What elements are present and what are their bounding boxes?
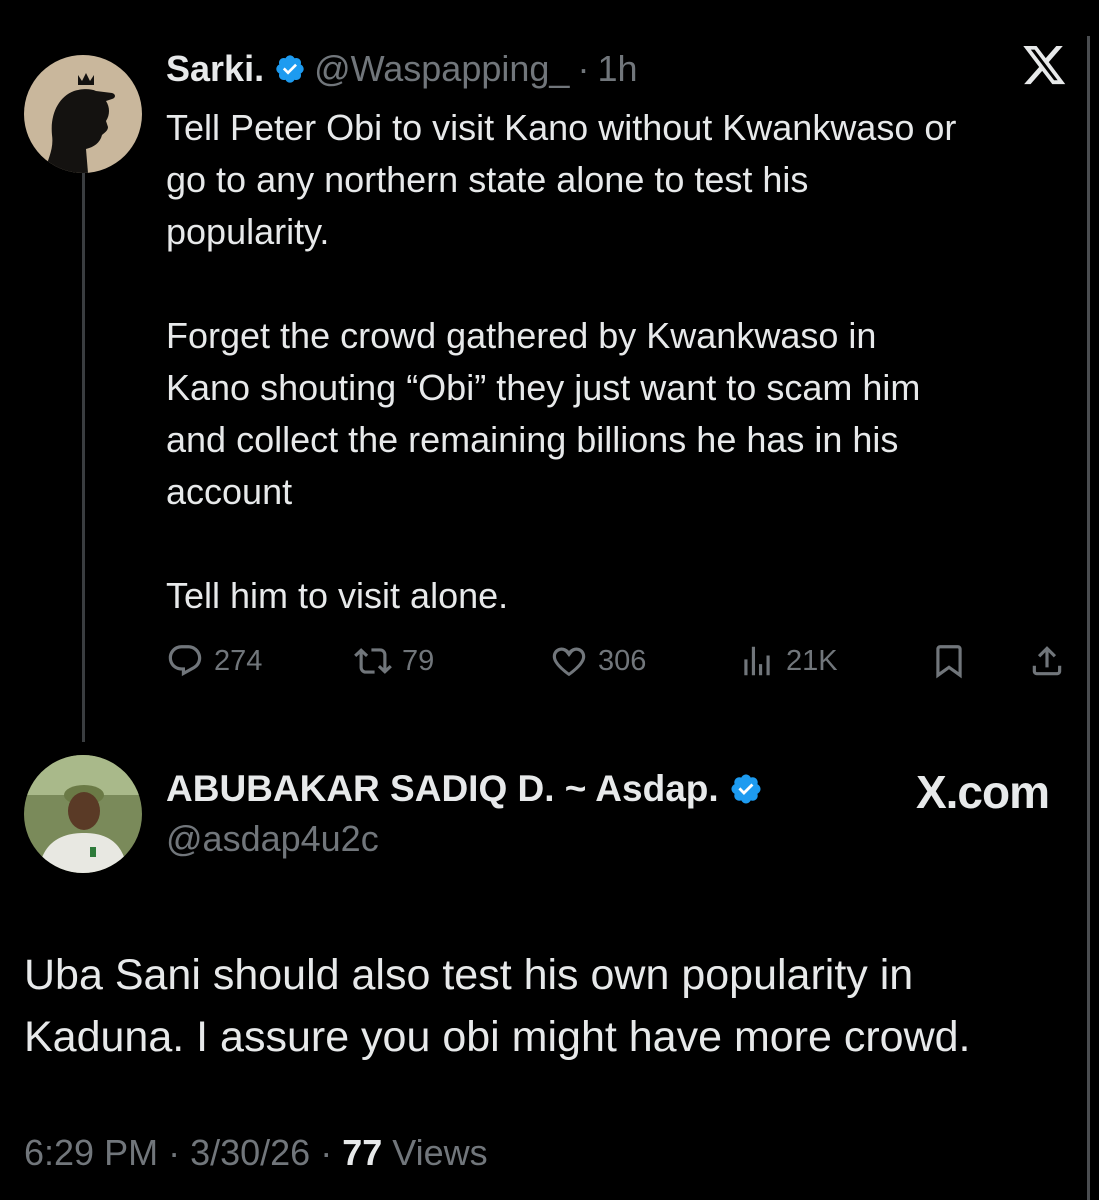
original-tweet-text: Tell Peter Obi to visit Kano without Kwa… — [166, 102, 1096, 622]
repost-count: 79 — [402, 644, 435, 677]
repost-icon — [354, 648, 392, 674]
tweet-paragraph-3: Tell him to visit alone. — [166, 575, 509, 616]
reply-author-name[interactable]: ABUBAKAR SADIQ D. ~ Asdap. — [166, 768, 719, 810]
footer-time[interactable]: 6:29 PM — [24, 1132, 158, 1173]
author-handle[interactable]: @Waspapping_ — [314, 48, 569, 90]
footer-views-label: Views — [392, 1132, 488, 1173]
footer-date[interactable]: 3/30/26 — [190, 1132, 310, 1173]
footer-views-count: 77 — [342, 1132, 383, 1173]
repost-button[interactable]: 79 — [354, 642, 434, 680]
views-count: 21K — [786, 644, 838, 677]
like-icon — [552, 647, 586, 677]
share-button[interactable] — [1028, 642, 1076, 680]
views-icon — [744, 646, 770, 676]
original-tweet-header: Sarki. @Waspapping_ · 1h — [166, 48, 637, 90]
x-com-watermark: X.com — [915, 766, 1050, 818]
reply-tweet-header: ABUBAKAR SADIQ D. ~ Asdap. @asdap4u2c — [166, 768, 771, 860]
thread-connector-line — [82, 170, 85, 742]
tweet-actions-bar: 274 79 306 21K — [166, 642, 1071, 692]
verified-badge-icon — [729, 772, 763, 806]
tweet-time[interactable]: 1h — [597, 48, 637, 90]
like-count: 306 — [598, 644, 647, 677]
tweet-paragraph-1: Tell Peter Obi to visit Kano without Kwa… — [166, 107, 957, 252]
reply-button[interactable]: 274 — [166, 642, 262, 680]
footer-separator: · — [158, 1132, 191, 1173]
footer-separator: · — [310, 1132, 343, 1173]
x-logo-icon — [1023, 46, 1067, 96]
avatar-asdap[interactable] — [24, 755, 142, 873]
tweet-paragraph-2: Forget the crowd gathered by Kwankwaso i… — [166, 315, 921, 512]
reply-author-handle[interactable]: @asdap4u2c — [166, 818, 771, 860]
reply-tweet-footer: 6:29 PM · 3/30/26 · 77 Views — [24, 1132, 488, 1174]
meta-separator: · — [577, 48, 590, 89]
reply-count: 274 — [214, 644, 263, 677]
like-button[interactable]: 306 — [550, 642, 646, 680]
author-name[interactable]: Sarki. — [166, 48, 264, 90]
bookmark-icon — [936, 645, 962, 679]
verified-badge-icon — [274, 53, 306, 85]
avatar-sarki[interactable] — [24, 55, 142, 173]
share-icon — [1032, 646, 1062, 676]
reply-tweet-text: Uba Sani should also test his own popula… — [24, 951, 971, 1061]
views-button[interactable]: 21K — [738, 642, 838, 680]
bookmark-button[interactable] — [930, 642, 978, 680]
reply-icon — [168, 645, 202, 677]
